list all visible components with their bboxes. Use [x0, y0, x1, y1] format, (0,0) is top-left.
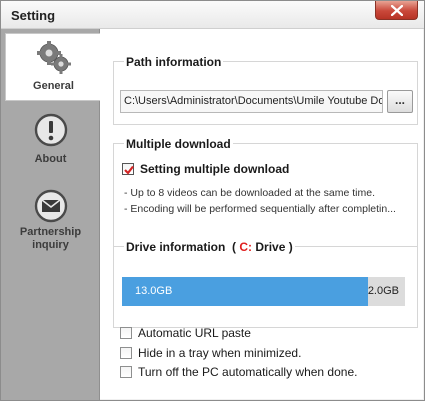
sidebar-item-partnership[interactable]: Partnership inquiry	[1, 189, 100, 252]
window-title: Setting	[11, 8, 56, 23]
sidebar-item-label: About	[34, 153, 67, 165]
info-exclamation-icon	[34, 113, 67, 147]
option-hide-in-tray[interactable]: Hide in a tray when minimized.	[120, 346, 301, 360]
sidebar-item-label: General	[33, 80, 74, 92]
drive-used-label: 13.0GB	[135, 285, 173, 297]
close-icon	[391, 5, 403, 16]
drive-information-group: Drive information ( C: Drive ) 13.0GB 2.…	[113, 240, 418, 328]
drive-letter: C:	[239, 240, 253, 254]
drive-title-paren-close: )	[288, 240, 293, 254]
option-auto-url-paste[interactable]: Automatic URL paste	[120, 326, 251, 340]
auto-url-paste-checkbox[interactable]	[120, 327, 132, 339]
multiple-download-label: Setting multiple download	[140, 162, 290, 176]
settings-content: Path information C:\Users\Administrator\…	[100, 29, 423, 399]
path-field[interactable]: C:\Users\Administrator\Documents\Umile Y…	[120, 90, 383, 113]
drive-word: Drive	[255, 240, 286, 254]
mail-icon	[34, 189, 67, 223]
option-label: Turn off the PC automatically when done.	[138, 365, 358, 379]
sidebar: General About Partnership inquiry	[1, 29, 101, 400]
multiple-download-group: Multiple download Setting multiple downl…	[113, 137, 418, 248]
gears-icon	[36, 41, 71, 74]
option-label: Hide in a tray when minimized.	[138, 346, 302, 360]
drive-free-label: 2.0GB	[367, 285, 399, 297]
multiple-download-note: - Up to 8 videos can be downloaded at th…	[124, 187, 375, 199]
drive-usage-bar: 13.0GB 2.0GB	[122, 277, 405, 306]
settings-window: Setting General About Partnership inquir…	[0, 0, 425, 401]
path-information-group: Path information C:\Users\Administrator\…	[113, 55, 418, 125]
drive-title-paren-open: (	[232, 240, 237, 254]
checkmark-icon	[124, 165, 134, 175]
close-button[interactable]	[375, 1, 418, 20]
auto-shutdown-checkbox[interactable]	[120, 366, 132, 378]
drive-title-text: Drive information	[126, 240, 226, 254]
multiple-download-checkbox-row[interactable]: Setting multiple download	[122, 162, 289, 176]
browse-button[interactable]: ...	[387, 90, 413, 113]
sidebar-item-general[interactable]: General	[5, 33, 101, 101]
title-bar[interactable]: Setting	[1, 1, 424, 29]
multiple-download-note: - Encoding will be performed sequentiall…	[124, 203, 396, 215]
option-auto-shutdown[interactable]: Turn off the PC automatically when done.	[120, 365, 357, 379]
drive-information-title: Drive information ( C: Drive )	[124, 240, 295, 254]
drive-used-fill: 13.0GB	[122, 277, 369, 306]
option-label: Automatic URL paste	[138, 326, 251, 340]
sidebar-item-about[interactable]: About	[1, 113, 100, 166]
multiple-download-title: Multiple download	[124, 137, 233, 151]
multiple-download-checkbox[interactable]	[122, 163, 134, 175]
sidebar-item-label: Partnership inquiry	[19, 226, 82, 251]
path-information-title: Path information	[124, 55, 224, 69]
hide-in-tray-checkbox[interactable]	[120, 347, 132, 359]
